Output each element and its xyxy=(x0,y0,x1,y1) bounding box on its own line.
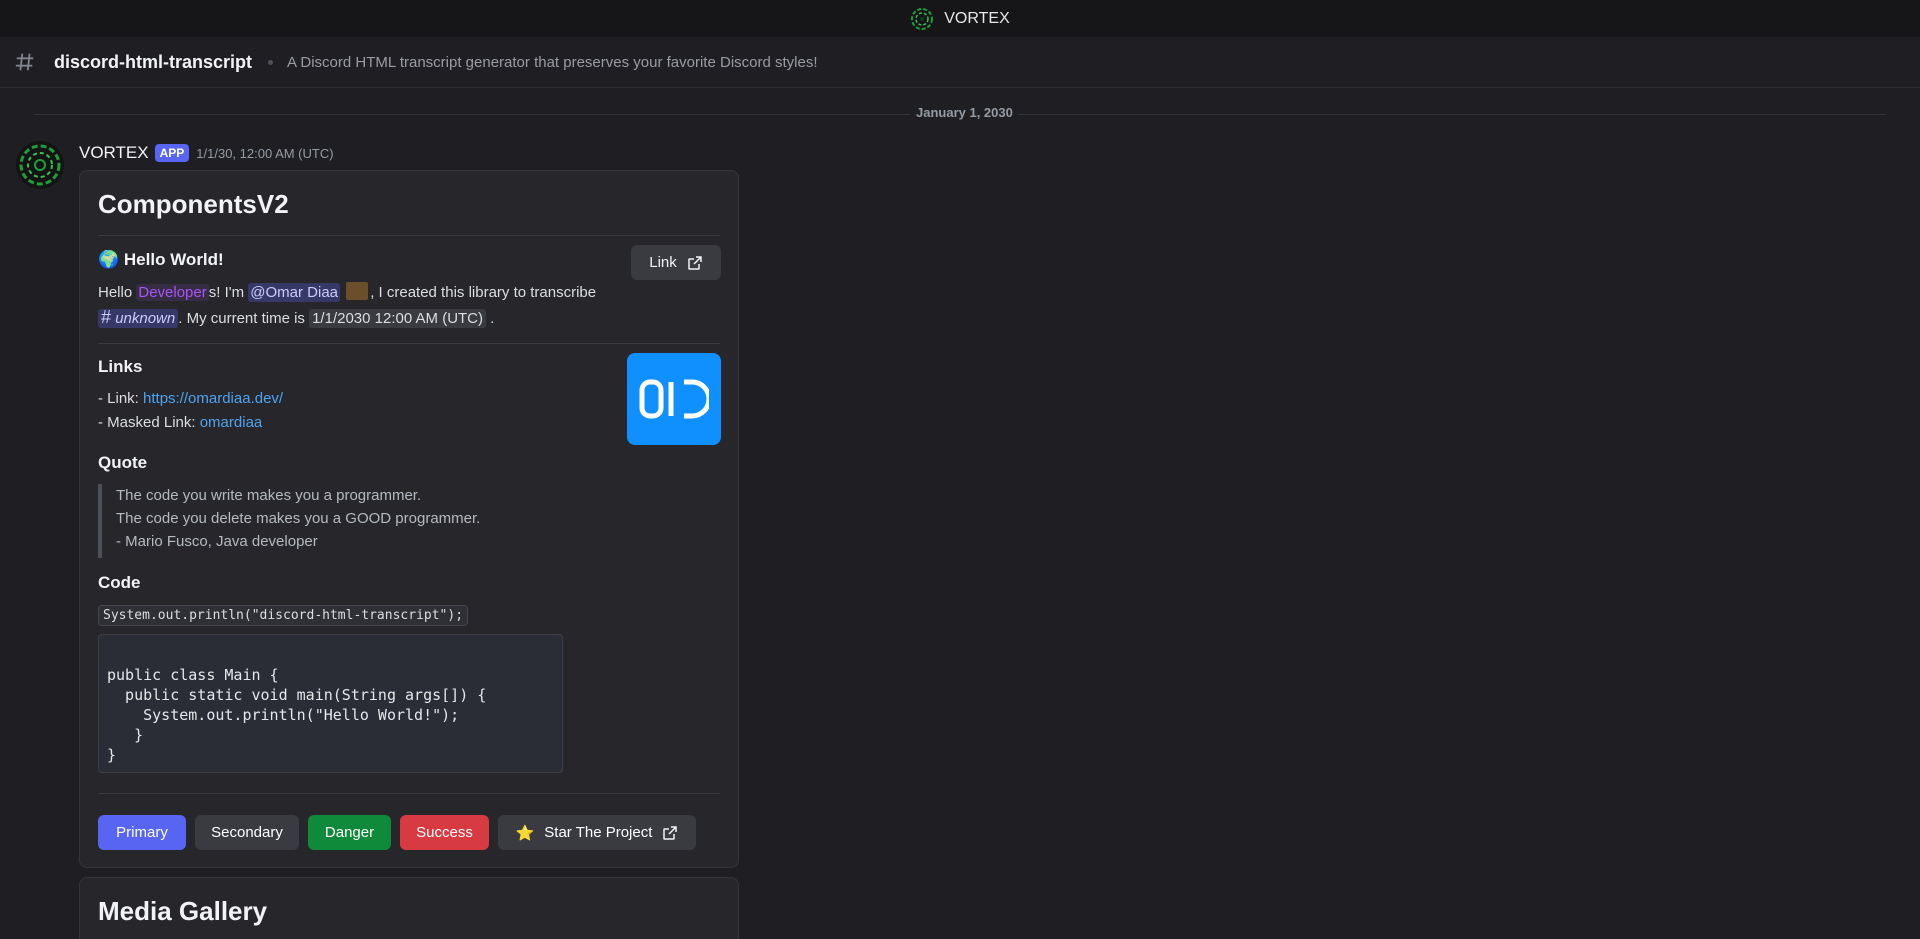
success-button[interactable]: Success xyxy=(400,815,489,850)
separator xyxy=(98,343,720,344)
links-heading: Links xyxy=(98,357,143,376)
media-gallery-container: Media Gallery xyxy=(79,877,739,939)
button-row: Primary Secondary Danger Success ⭐ Star … xyxy=(98,815,696,850)
blockquote: The code you write makes you a programme… xyxy=(98,484,498,558)
hello-heading: 🌍 Hello World! xyxy=(98,250,224,270)
secondary-button[interactable]: Secondary xyxy=(195,815,299,850)
window-title: VORTEX xyxy=(944,9,1010,27)
danger-button[interactable]: Danger xyxy=(308,815,391,850)
hello-heading-text: Hello World! xyxy=(123,250,224,269)
channel-name: discord-html-transcript xyxy=(54,51,253,72)
primary-button[interactable]: Primary xyxy=(98,815,186,850)
channel-mention[interactable]: # unknown xyxy=(98,307,179,328)
custom-emoji-icon xyxy=(346,282,369,300)
message-header: VORTEX APP 1/1/30, 12:00 AM (UTC) xyxy=(79,143,334,163)
hash-icon xyxy=(15,53,34,71)
hello-body: Hello Developer s! I'm @Omar Diaa , I cre… xyxy=(98,281,618,331)
window-titlebar: VORTEX xyxy=(0,0,1920,37)
hello-text-4: . My current time is xyxy=(178,310,310,327)
author-avatar[interactable] xyxy=(16,141,64,189)
components-container: ComponentsV2 🌍 Hello World! Link Hello D… xyxy=(79,170,739,868)
code-heading: Code xyxy=(98,573,141,592)
globe-icon: 🌍 xyxy=(98,250,120,269)
app-badge: APP xyxy=(154,144,190,162)
links-list: - Link: https://omardiaa.dev/ - Masked L… xyxy=(98,387,283,435)
quote-line: The code you write makes you a programme… xyxy=(116,487,422,504)
hello-text-1: Hello xyxy=(98,284,137,301)
time-chip: 1/1/2030 12:00 AM (UTC) xyxy=(309,309,487,328)
star-project-label: Star The Project xyxy=(544,824,653,841)
channel-hash-icon: # xyxy=(101,307,112,327)
star-project-button[interactable]: ⭐ Star The Project xyxy=(498,815,696,850)
hello-text-5: . xyxy=(486,310,495,327)
external-link-icon xyxy=(688,255,702,270)
hello-text-3: , I created this library to transcribe xyxy=(370,284,597,301)
odx-logo-icon xyxy=(639,379,709,419)
hello-text-2: s! I'm xyxy=(208,284,249,301)
container-title: ComponentsV2 xyxy=(98,189,289,219)
external-link-icon xyxy=(663,825,678,840)
masked-link-prefix: - Masked Link: xyxy=(98,414,200,431)
channel-header: discord-html-transcript A Discord HTML t… xyxy=(0,37,1920,88)
header-divider-dot xyxy=(268,59,274,65)
code-block: public class Main { public static void m… xyxy=(98,634,563,773)
quote-line: - Mario Fusco, Java developer xyxy=(116,533,318,550)
star-icon: ⭐ xyxy=(515,824,535,842)
date-divider-label: January 1, 2030 xyxy=(910,105,1019,120)
quote-heading: Quote xyxy=(98,453,148,472)
thumbnail-image[interactable] xyxy=(627,353,721,445)
user-mention[interactable]: @Omar Diaa xyxy=(248,283,341,302)
role-mention[interactable]: Developer xyxy=(136,284,209,301)
inline-code: System.out.println("discord-html-transcr… xyxy=(98,605,469,626)
channel-topic: A Discord HTML transcript generator that… xyxy=(287,53,818,71)
masked-link[interactable]: omardiaa xyxy=(200,414,263,431)
quote-line: The code you delete makes you a GOOD pro… xyxy=(116,510,481,527)
omardiaa-link[interactable]: https://omardiaa.dev/ xyxy=(143,390,283,407)
link-button-label: Link xyxy=(649,254,677,271)
link-button[interactable]: Link xyxy=(631,245,721,280)
separator xyxy=(98,793,720,794)
message-timestamp: 1/1/30, 12:00 AM (UTC) xyxy=(196,145,334,161)
separator xyxy=(98,235,720,236)
media-gallery-title: Media Gallery xyxy=(98,896,268,926)
channel-mention-name: unknown xyxy=(115,310,176,327)
vortex-logo-icon xyxy=(911,7,934,30)
link-prefix: - Link: xyxy=(98,390,144,407)
author-name[interactable]: VORTEX xyxy=(79,143,149,163)
